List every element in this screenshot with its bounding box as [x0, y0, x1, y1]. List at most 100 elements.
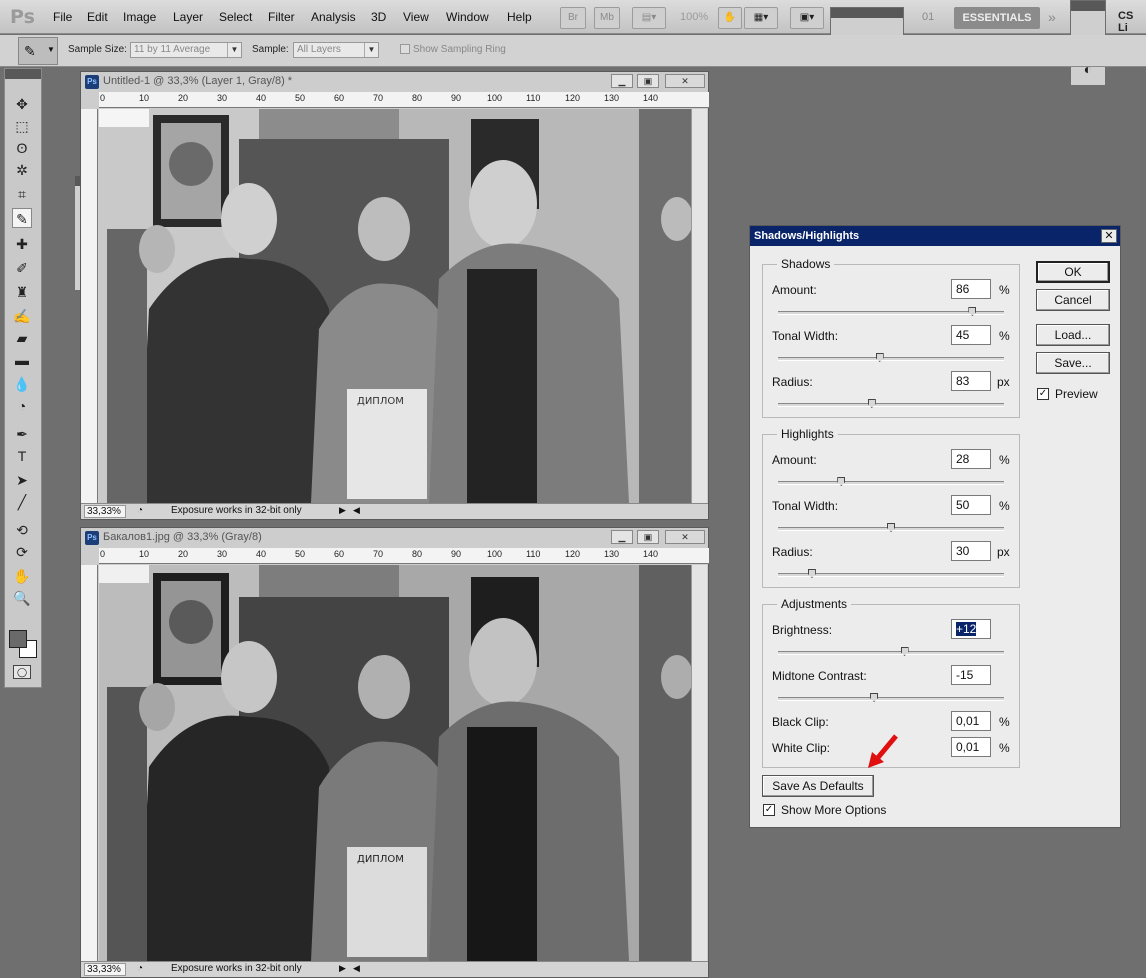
menu-file[interactable]: File: [53, 10, 72, 24]
arrange-documents-button[interactable]: ▦▾: [744, 7, 778, 29]
highlights-tonal-width-input[interactable]: 50: [951, 495, 991, 515]
vertical-scrollbar[interactable]: [691, 109, 707, 503]
status-arrow-icon[interactable]: ▶: [339, 505, 346, 516]
cs-live-button[interactable]: CS Li: [1118, 10, 1146, 34]
midtone-contrast-input[interactable]: -15: [951, 665, 991, 685]
menu-view[interactable]: View: [403, 10, 429, 24]
scroll-left-icon[interactable]: ◀: [353, 505, 360, 516]
healing-brush-tool-icon[interactable]: ✚: [12, 234, 32, 254]
show-more-options-checkbox[interactable]: ✓: [763, 804, 775, 816]
slider-thumb[interactable]: [900, 647, 909, 656]
menu-3d[interactable]: 3D: [371, 10, 386, 24]
3d-orbit-tool-icon[interactable]: ⟳: [12, 542, 32, 562]
cancel-button[interactable]: Cancel: [1036, 289, 1110, 311]
preview-checkbox[interactable]: ✓: [1037, 388, 1049, 400]
brightness-input[interactable]: +12: [951, 619, 991, 639]
dialog-title[interactable]: Shadows/Highlights: [750, 226, 1120, 246]
shadows-amount-input[interactable]: 86: [951, 279, 991, 299]
history-brush-tool-icon[interactable]: ✍: [12, 306, 32, 326]
zoom-tool-icon[interactable]: 🔍: [12, 588, 32, 608]
quick-mask-icon[interactable]: ◯: [13, 665, 31, 679]
shadows-amount-slider[interactable]: [778, 307, 1004, 316]
document-canvas-1[interactable]: ДИПЛОМ: [99, 109, 691, 503]
maximize-button[interactable]: ▣: [637, 530, 659, 544]
vertical-ruler[interactable]: [81, 109, 98, 503]
close-button[interactable]: ✕: [665, 530, 705, 544]
slider-thumb[interactable]: [807, 569, 816, 578]
workspace-essentials-button[interactable]: ESSENTIALS: [954, 7, 1040, 29]
sample-size-select[interactable]: 11 by 11 Average ▼: [130, 42, 242, 58]
white-clip-input[interactable]: 0,01: [951, 737, 991, 757]
menu-analysis[interactable]: Analysis: [311, 10, 356, 24]
status-arrow-icon[interactable]: ▶: [339, 963, 346, 974]
menu-filter[interactable]: Filter: [268, 10, 295, 24]
shadows-radius-input[interactable]: 83: [951, 371, 991, 391]
sample-select[interactable]: All Layers ▼: [293, 42, 379, 58]
menu-window[interactable]: Window: [446, 10, 489, 24]
3d-rotate-tool-icon[interactable]: ⟲: [12, 520, 32, 540]
menu-layer[interactable]: Layer: [173, 10, 203, 24]
minimize-button[interactable]: ▁: [611, 530, 633, 544]
shadows-tonal-width-slider[interactable]: [778, 353, 1004, 362]
save-as-defaults-button[interactable]: Save As Defaults: [762, 775, 874, 797]
status-menu-icon[interactable]: ◔: [137, 505, 143, 516]
zoom-field[interactable]: 33,33%: [84, 505, 126, 518]
hand-tool-icon[interactable]: ✋: [12, 566, 32, 586]
close-button[interactable]: ✕: [665, 74, 705, 88]
show-sampling-ring-checkbox[interactable]: [400, 44, 410, 54]
shadows-tonal-width-input[interactable]: 45: [951, 325, 991, 345]
horizontal-ruler[interactable]: 0 10 20 30 40 50 60 70 80 90 100 110 120…: [99, 548, 709, 564]
shadows-radius-slider[interactable]: [778, 399, 1004, 408]
view-extras-button[interactable]: ▤▾: [632, 7, 666, 29]
midtone-contrast-slider[interactable]: [778, 693, 1004, 702]
panel-header[interactable]: [1071, 1, 1105, 11]
gradient-tool-icon[interactable]: ▬: [12, 350, 32, 370]
blur-tool-icon[interactable]: 💧: [12, 374, 32, 394]
magic-wand-tool-icon[interactable]: ✲: [12, 160, 32, 180]
panel-header[interactable]: [5, 69, 41, 79]
lasso-tool-icon[interactable]: ʘ: [12, 138, 32, 158]
maximize-button[interactable]: ▣: [637, 74, 659, 88]
pen-tool-icon[interactable]: ✒: [12, 424, 32, 444]
horizontal-ruler[interactable]: 0 10 20 30 40 50 60 70 80 90 100 110 120…: [99, 92, 709, 108]
zoom-field[interactable]: 33,33%: [84, 963, 126, 976]
vertical-scrollbar[interactable]: [691, 565, 707, 961]
slider-thumb[interactable]: [875, 353, 884, 362]
mini-bridge-button[interactable]: Mb: [594, 7, 620, 29]
menu-image[interactable]: Image: [123, 10, 156, 24]
highlights-tonal-width-slider[interactable]: [778, 523, 1004, 532]
foreground-color-swatch-front[interactable]: [9, 630, 27, 648]
eraser-tool-icon[interactable]: ▰: [12, 328, 32, 348]
crop-tool-icon[interactable]: ⌗: [12, 184, 32, 204]
zoom-level[interactable]: 100%: [680, 11, 708, 23]
vertical-ruler[interactable]: [81, 565, 98, 961]
type-tool-icon[interactable]: T: [12, 446, 32, 466]
stamp-tool-icon[interactable]: ♜: [12, 282, 32, 302]
line-tool-icon[interactable]: ╱: [12, 492, 32, 512]
ok-button[interactable]: OK: [1036, 261, 1110, 283]
dodge-tool-icon[interactable]: ◔: [12, 396, 32, 416]
bridge-button[interactable]: Br: [560, 7, 586, 29]
slider-thumb[interactable]: [887, 523, 895, 532]
load-button[interactable]: Load...: [1036, 324, 1110, 346]
highlights-radius-slider[interactable]: [778, 569, 1004, 578]
save-button[interactable]: Save...: [1036, 352, 1110, 374]
menu-select[interactable]: Select: [219, 10, 252, 24]
brush-tool-icon[interactable]: ✐: [12, 258, 32, 278]
marquee-tool-icon[interactable]: ⬚: [12, 116, 32, 136]
move-tool-icon[interactable]: ✥: [12, 94, 32, 114]
chevron-right-icon[interactable]: »: [1048, 9, 1056, 25]
black-clip-input[interactable]: 0,01: [951, 711, 991, 731]
slider-thumb[interactable]: [968, 307, 977, 316]
slider-thumb[interactable]: [867, 399, 876, 408]
highlights-amount-input[interactable]: 28: [951, 449, 991, 469]
minimize-button[interactable]: ▁: [611, 74, 633, 88]
panel-header[interactable]: [831, 8, 903, 18]
document-canvas-2[interactable]: ДИПЛОМ: [99, 565, 691, 961]
status-menu-icon[interactable]: ◔: [137, 963, 143, 974]
screen-mode-button[interactable]: ▣▾: [790, 7, 824, 29]
path-selection-tool-icon[interactable]: ➤: [12, 470, 32, 490]
brightness-slider[interactable]: [778, 647, 1004, 656]
highlights-radius-input[interactable]: 30: [951, 541, 991, 561]
slider-thumb[interactable]: [837, 477, 846, 486]
